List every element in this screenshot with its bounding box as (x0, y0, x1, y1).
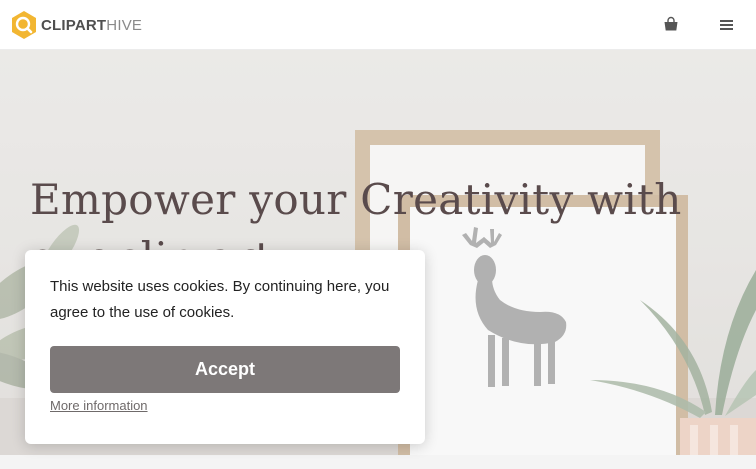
cookie-message: This website uses cookies. By continuing… (50, 278, 390, 321)
site-logo[interactable]: CLIPART HIVE (10, 10, 142, 40)
more-information-link[interactable]: More information (50, 398, 148, 413)
page-bottom-strip (0, 455, 756, 469)
menu-line (720, 28, 733, 30)
cookie-banner: This website uses cookies. By continuing… (25, 250, 425, 444)
logo-wordmark: CLIPART HIVE (41, 17, 142, 34)
hamburger-menu-icon[interactable] (720, 17, 737, 31)
logo-text-strong: CLIPART (41, 16, 107, 34)
accept-button[interactable]: Accept (50, 346, 400, 393)
logo-text-light: HIVE (106, 16, 143, 34)
site-header: CLIPART HIVE (0, 0, 756, 50)
menu-line (720, 20, 733, 22)
shopping-bag-icon[interactable] (662, 15, 680, 33)
menu-line (720, 24, 733, 26)
hexagon-search-logo-icon (12, 11, 36, 39)
